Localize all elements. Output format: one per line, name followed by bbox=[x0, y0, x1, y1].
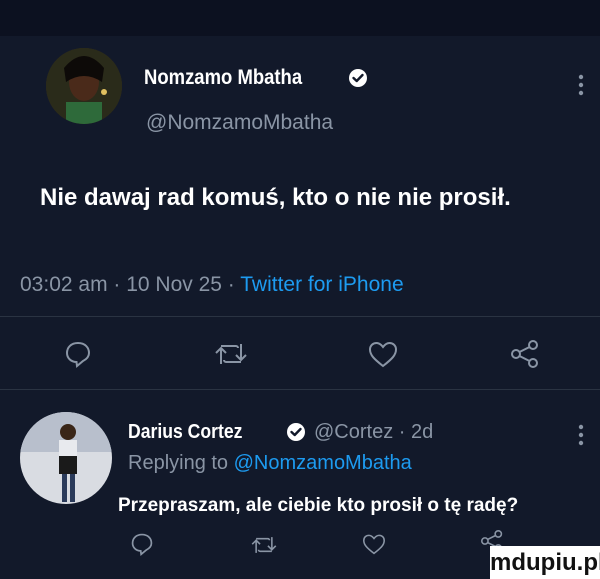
more-icon[interactable] bbox=[578, 74, 586, 96]
replying-to: Replying to @NomzamoMbatha bbox=[128, 452, 412, 475]
divider bbox=[0, 316, 600, 317]
retweet-icon[interactable] bbox=[250, 534, 278, 556]
reply-author-avatar[interactable] bbox=[20, 412, 112, 504]
verified-badge-icon bbox=[348, 68, 368, 88]
more-icon[interactable] bbox=[578, 424, 586, 446]
author-avatar[interactable] bbox=[46, 48, 122, 124]
replying-to-mention[interactable]: @NomzamoMbatha bbox=[234, 452, 412, 474]
tweet-timestamp: 03:02 am · 10 Nov 25 · bbox=[20, 273, 241, 296]
reply-icon[interactable] bbox=[64, 340, 92, 368]
tweet-meta: 03:02 am · 10 Nov 25 · Twitter for iPhon… bbox=[20, 273, 404, 297]
retweet-icon[interactable] bbox=[214, 340, 248, 368]
reply-icon[interactable] bbox=[130, 532, 154, 556]
tweet-text: Nie dawaj rad komuś, kto o nie nie prosi… bbox=[40, 184, 511, 211]
share-icon[interactable] bbox=[510, 340, 540, 368]
like-icon[interactable] bbox=[362, 533, 386, 555]
reply-author-name[interactable]: Darius Cortez bbox=[128, 421, 242, 444]
watermark-logo: mdupiu.pl bbox=[490, 546, 600, 579]
divider bbox=[0, 389, 600, 390]
author-handle[interactable]: @NomzamoMbatha bbox=[146, 111, 333, 135]
verified-badge-icon bbox=[286, 422, 306, 442]
reply-handle-time[interactable]: @Cortez · 2d bbox=[314, 421, 433, 444]
replying-to-prefix: Replying to bbox=[128, 452, 234, 474]
reply-tweet-text: Przepraszam, ale ciebie kto prosił o tę … bbox=[118, 495, 519, 516]
top-bar bbox=[0, 0, 600, 36]
tweet-source-link[interactable]: Twitter for iPhone bbox=[240, 273, 403, 296]
author-name[interactable]: Nomzamo Mbatha bbox=[144, 66, 302, 90]
like-icon[interactable] bbox=[368, 340, 398, 368]
